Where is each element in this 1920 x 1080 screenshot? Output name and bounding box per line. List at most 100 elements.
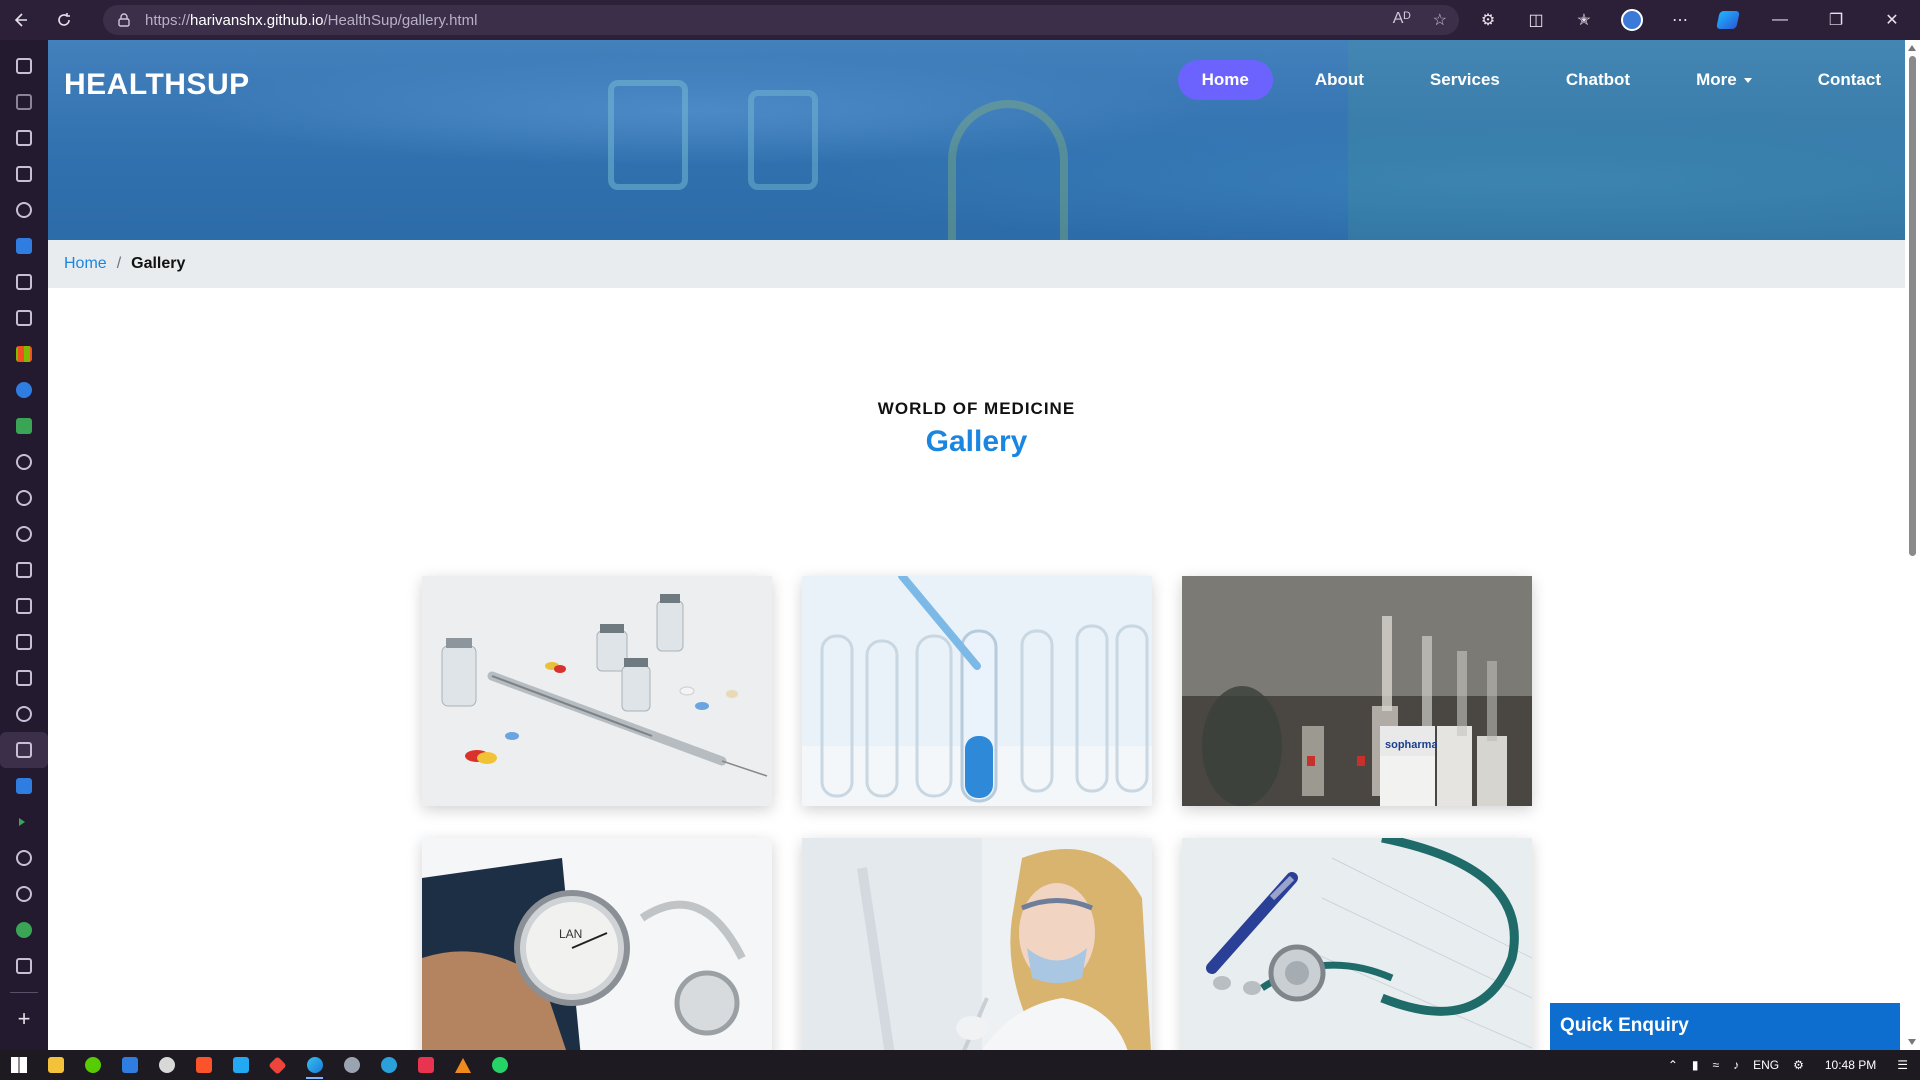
android-tab-icon[interactable] xyxy=(0,912,48,948)
gallery-image-stethoscope[interactable] xyxy=(1182,838,1532,1050)
favorites-icon[interactable]: ✭ xyxy=(1560,0,1608,40)
main-nav: Home About Services Chatbot More Contact xyxy=(1160,60,1905,100)
sheet-tab-icon[interactable] xyxy=(0,408,48,444)
settings-icon[interactable] xyxy=(333,1050,370,1080)
gallery-image-test-tubes[interactable] xyxy=(802,576,1152,806)
duolingo-icon[interactable] xyxy=(74,1050,111,1080)
svg-text:sopharma: sopharma xyxy=(1385,739,1438,751)
document-tab-icon[interactable] xyxy=(0,156,48,192)
nav-contact[interactable]: Contact xyxy=(1794,60,1905,100)
lock-icon xyxy=(117,13,131,27)
site-brand[interactable]: HEALTHSUP xyxy=(64,68,250,102)
hero-background-shape xyxy=(748,90,818,190)
sidebar-divider xyxy=(10,992,38,993)
restore-icon[interactable]: ❐ xyxy=(1808,0,1864,40)
scroll-up-arrow-icon[interactable] xyxy=(1908,45,1916,51)
chevron-up-icon[interactable]: ⌃ xyxy=(1668,1058,1678,1072)
document-tab-icon[interactable] xyxy=(0,732,48,768)
browser-sidebar: + xyxy=(0,40,48,1050)
battery-icon[interactable]: ▮ xyxy=(1692,1058,1699,1072)
edge-browser-icon[interactable] xyxy=(296,1050,333,1080)
file-explorer-icon[interactable] xyxy=(37,1050,74,1080)
url-path: /HealthSup/gallery.html xyxy=(323,11,478,29)
breadcrumb-separator: / xyxy=(116,255,122,272)
wifi-icon[interactable]: ≈ xyxy=(1712,1058,1719,1072)
new-tab-plus-icon[interactable]: + xyxy=(0,1001,48,1037)
vscode-icon[interactable] xyxy=(222,1050,259,1080)
nav-chatbot[interactable]: Chatbot xyxy=(1542,60,1654,100)
vlc-icon[interactable] xyxy=(444,1050,481,1080)
clock[interactable]: 10:48 PM xyxy=(1825,1058,1876,1072)
section-kicker: WORLD OF MEDICINE xyxy=(877,399,1076,418)
tab-actions-icon[interactable] xyxy=(0,48,48,84)
gallery-image-ampoules[interactable]: sopharma xyxy=(1182,576,1532,806)
microsoft-tab-icon[interactable] xyxy=(0,336,48,372)
quick-enquiry-button[interactable]: Quick Enquiry xyxy=(1550,1003,1900,1050)
extensions-icon[interactable]: ⚙ xyxy=(1464,0,1512,40)
address-bar[interactable]: https://harivanshx.github.io/HealthSup/g… xyxy=(103,5,1459,35)
gallery-image-blood-pressure[interactable]: LAN xyxy=(422,838,772,1050)
openai-tab-icon[interactable] xyxy=(0,876,48,912)
profile-avatar-icon[interactable] xyxy=(1608,0,1656,40)
nav-more-dropdown[interactable]: More xyxy=(1672,60,1776,100)
breadcrumb-current: Gallery xyxy=(131,255,186,272)
document-tab-icon[interactable] xyxy=(0,588,48,624)
anydesk-icon[interactable] xyxy=(259,1050,296,1080)
document-tab-icon[interactable] xyxy=(0,300,48,336)
volume-icon[interactable]: ♪ xyxy=(1733,1058,1739,1072)
nav-about[interactable]: About xyxy=(1291,60,1388,100)
settings-tray-icon[interactable]: ⚙ xyxy=(1793,1058,1804,1072)
windows-start-icon[interactable] xyxy=(0,1050,37,1080)
gallery-image-lab-scientist[interactable] xyxy=(802,838,1152,1050)
document-tab-icon[interactable] xyxy=(0,264,48,300)
expand-tab-icon[interactable] xyxy=(0,804,48,840)
document-tab-icon[interactable] xyxy=(0,660,48,696)
document-tab-icon[interactable] xyxy=(0,948,48,984)
app-tab-icon[interactable] xyxy=(0,372,48,408)
recorder-icon[interactable] xyxy=(407,1050,444,1080)
svg-text:LAN: LAN xyxy=(559,927,582,941)
w3-tab-icon[interactable] xyxy=(0,84,48,120)
page-scrollbar[interactable] xyxy=(1905,40,1920,1050)
app-icon[interactable] xyxy=(148,1050,185,1080)
read-aloud-icon[interactable]: Aᴰ xyxy=(1393,10,1411,30)
taskbar: ⌃ ▮ ≈ ♪ ENG ⚙ 10:48 PM ☰ xyxy=(0,1050,1920,1080)
refresh-icon[interactable] xyxy=(44,0,84,40)
breadcrumb: Home / Gallery xyxy=(48,240,1905,288)
favorite-star-icon[interactable]: ☆ xyxy=(1433,10,1447,30)
github-tab-icon[interactable] xyxy=(0,840,48,876)
scroll-down-arrow-icon[interactable] xyxy=(1908,1039,1916,1045)
chrome-tab-icon[interactable] xyxy=(0,480,48,516)
caret-down-icon xyxy=(1743,78,1752,84)
document-tab-icon[interactable] xyxy=(0,624,48,660)
notifications-icon[interactable]: ☰ xyxy=(1897,1058,1908,1072)
browser-toolbar: https://harivanshx.github.io/HealthSup/g… xyxy=(0,0,1920,40)
whatsapp-icon[interactable] xyxy=(481,1050,518,1080)
todo-icon[interactable] xyxy=(111,1050,148,1080)
github-tab-icon[interactable] xyxy=(0,192,48,228)
nav-home[interactable]: Home xyxy=(1177,60,1273,100)
chrome-tab-icon[interactable] xyxy=(0,516,48,552)
web-page: HEALTHSUP Home About Services Chatbot Mo… xyxy=(48,40,1905,1050)
chrome-tab-icon[interactable] xyxy=(0,444,48,480)
more-menu-icon[interactable]: ⋯ xyxy=(1656,0,1704,40)
brave-browser-icon[interactable] xyxy=(185,1050,222,1080)
copilot-icon[interactable] xyxy=(1704,0,1752,40)
breadcrumb-home-link[interactable]: Home xyxy=(64,255,107,273)
minimize-icon[interactable]: — xyxy=(1752,0,1808,40)
nav-services[interactable]: Services xyxy=(1406,60,1524,100)
close-icon[interactable]: ✕ xyxy=(1864,0,1920,40)
document-tab-icon[interactable] xyxy=(0,552,48,588)
split-screen-icon[interactable]: ◫ xyxy=(1512,0,1560,40)
gallery-image-syringe-vials[interactable] xyxy=(422,576,772,806)
scrollbar-thumb[interactable] xyxy=(1909,56,1916,556)
loading-tab-icon[interactable] xyxy=(0,696,48,732)
azure-tab-icon[interactable] xyxy=(0,228,48,264)
hero-background-shape xyxy=(608,80,688,190)
hero-background-shape xyxy=(948,100,1068,240)
telegram-icon[interactable] xyxy=(370,1050,407,1080)
language-indicator[interactable]: ENG xyxy=(1753,1058,1779,1072)
back-arrow-icon[interactable] xyxy=(0,0,40,40)
document-tab-icon[interactable] xyxy=(0,120,48,156)
azure-tab-icon[interactable] xyxy=(0,768,48,804)
